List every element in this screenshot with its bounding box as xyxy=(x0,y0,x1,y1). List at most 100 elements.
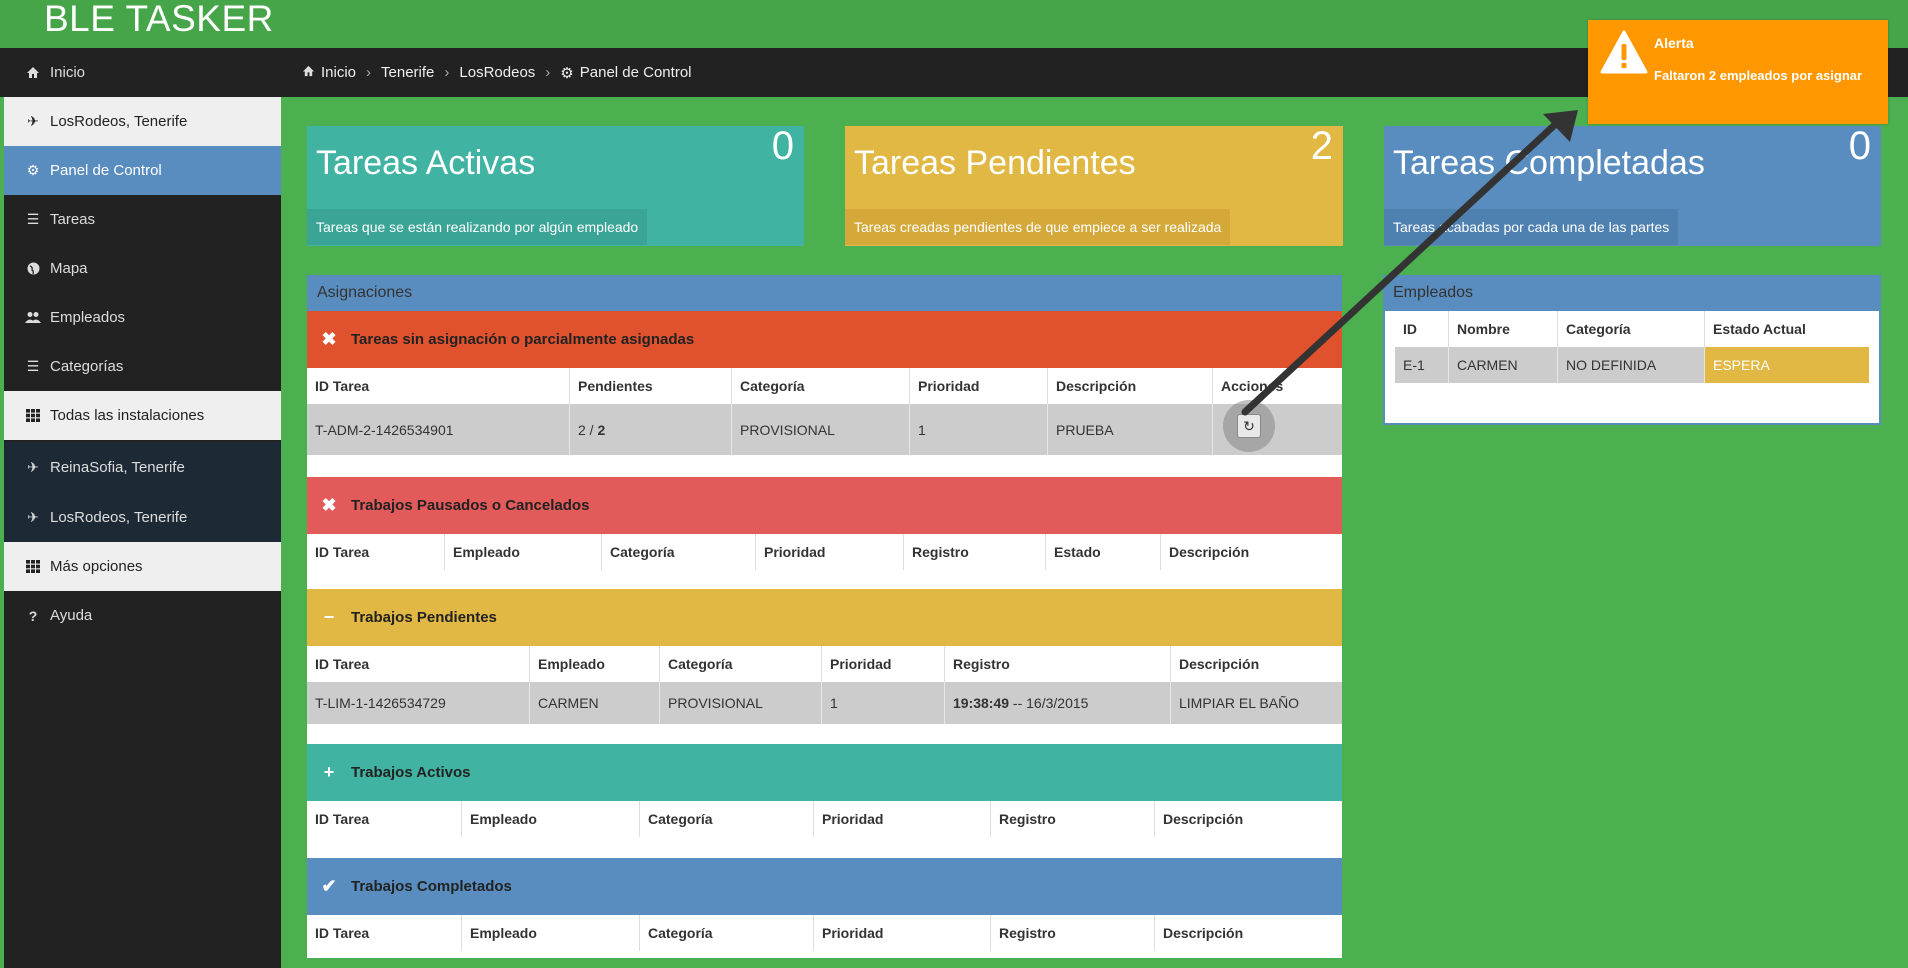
sidebar-item-label: Empleados xyxy=(50,309,126,326)
close-icon: ✖ xyxy=(321,329,337,349)
column-header: Categoría xyxy=(601,534,756,570)
chevron-right-icon: › xyxy=(545,64,551,81)
sidebar-item-mapa[interactable]: Mapa xyxy=(4,244,281,293)
plus-icon: + xyxy=(323,762,335,782)
cell-id: E-1 xyxy=(1395,347,1449,383)
section-title: Tareas sin asignación o parcialmente asi… xyxy=(351,331,695,348)
breadcrumb: Inicio › Tenerife › LosRodeos › ⚙ Panel … xyxy=(302,48,702,97)
table-pendientes: ID Tarea Empleado Categoría Prioridad Re… xyxy=(307,646,1342,724)
sidebar-item-label: Más opciones xyxy=(50,558,143,575)
column-header: Estado Actual xyxy=(1704,311,1869,347)
cell-descripcion: LIMPIAR EL BAÑO xyxy=(1170,682,1342,724)
section-sin-asignacion[interactable]: ✖ Tareas sin asignación o parcialmente a… xyxy=(307,311,1342,368)
table-header-row: ID Tarea Empleado Categoría Prioridad Re… xyxy=(307,801,1342,837)
table-row: E-1 CARMEN NO DEFINIDA ESPERA xyxy=(1395,347,1869,383)
sidebar-item-tareas[interactable]: ☰ Tareas xyxy=(4,195,281,244)
cell-categoria: PROVISIONAL xyxy=(731,404,910,455)
asignaciones-panel: Asignaciones ✖ Tareas sin asignación o p… xyxy=(307,275,1342,958)
sidebar-item-reinasofia[interactable]: ✈ ReinaSofia, Tenerife xyxy=(4,442,281,492)
separator: / xyxy=(585,421,598,438)
section-completados[interactable]: ✔ Trabajos Completados xyxy=(307,858,1342,915)
plane-icon: ✈ xyxy=(27,508,39,525)
column-header: Empleado xyxy=(529,646,660,682)
alert-message: Faltaron 2 empleados por asignar xyxy=(1654,68,1863,83)
sidebar-item-losrodeos[interactable]: ✈ LosRodeos, Tenerife xyxy=(4,97,281,146)
card-tareas-activas[interactable]: Tareas Activas 0 Tareas que se están rea… xyxy=(307,124,804,246)
sidebar-item-label: Tareas xyxy=(50,211,96,228)
column-header: ID Tarea xyxy=(315,811,370,827)
sidebar-item-mas-opciones[interactable]: Más opciones xyxy=(4,542,281,591)
card-title: Tareas Activas xyxy=(316,144,536,182)
table-header-row: ID Nombre Categoría Estado Actual xyxy=(1395,311,1869,347)
sidebar-item-panel-control[interactable]: ⚙ Panel de Control xyxy=(4,146,281,195)
cell-categoria: NO DEFINIDA xyxy=(1557,347,1705,383)
column-header: Prioridad xyxy=(813,801,991,837)
sidebar-item-empleados[interactable]: Empleados xyxy=(4,293,281,342)
app-brand[interactable]: BLE TASKER xyxy=(44,0,274,40)
section-activos[interactable]: + Trabajos Activos xyxy=(307,744,1342,801)
refresh-icon: ↻ xyxy=(1237,414,1261,438)
cell-acciones: ↻ xyxy=(1212,400,1342,455)
cell-pendientes: 2 / 2 xyxy=(569,404,732,455)
table-header-row: ID Tarea Pendientes Categoría Prioridad … xyxy=(307,368,1342,404)
globe-icon xyxy=(22,262,44,275)
column-header: ID Tarea xyxy=(315,925,370,941)
empleados-panel: Empleados ID Nombre Categoría Estado Act… xyxy=(1383,275,1881,425)
breadcrumb-tenerife[interactable]: Tenerife xyxy=(381,64,434,81)
registro-date: -- 16/3/2015 xyxy=(1009,695,1089,711)
sidebar-item-label: Categorías xyxy=(50,358,124,375)
sidebar-item-label: LosRodeos, Tenerife xyxy=(50,508,188,526)
grid-icon xyxy=(22,560,44,573)
sidebar: Inicio ✈ LosRodeos, Tenerife ⚙ Panel de … xyxy=(4,48,281,968)
sidebar-item-categorias[interactable]: ☰ Categorías xyxy=(4,342,281,391)
section-pendientes[interactable]: − Trabajos Pendientes xyxy=(307,589,1342,646)
column-header: Categoría xyxy=(639,801,814,837)
sidebar-item-inicio[interactable]: Inicio xyxy=(4,48,281,97)
breadcrumb-inicio[interactable]: Inicio xyxy=(321,64,356,81)
sidebar-item-label: Todas las instalaciones xyxy=(50,407,205,424)
sidebar-item-ayuda[interactable]: ? Ayuda xyxy=(4,591,281,640)
column-header: Empleado xyxy=(461,801,640,837)
asignaciones-title: Asignaciones xyxy=(307,275,1342,311)
chevron-right-icon: › xyxy=(444,64,450,81)
sidebar-item-label: Ayuda xyxy=(50,607,93,624)
sidebar-item-losrodeos-2[interactable]: ✈ LosRodeos, Tenerife xyxy=(4,492,281,542)
card-description: Tareas acabadas por cada una de las part… xyxy=(1384,209,1679,245)
card-tareas-pendientes[interactable]: Tareas Pendientes 2 Tareas creadas pendi… xyxy=(845,124,1343,246)
refresh-button[interactable]: ↻ xyxy=(1223,400,1275,452)
column-header: Empleado xyxy=(444,534,602,570)
column-header: Descripción xyxy=(1047,368,1213,404)
users-icon xyxy=(22,311,44,324)
card-tareas-completadas[interactable]: Tareas Completadas 0 Tareas acabadas por… xyxy=(1384,124,1881,246)
empleados-title: Empleados xyxy=(1383,275,1881,311)
home-icon xyxy=(302,64,315,81)
sidebar-item-todas-instalaciones[interactable]: Todas las instalaciones xyxy=(4,391,281,440)
close-icon: ✖ xyxy=(321,495,337,515)
breadcrumb-losrodeos[interactable]: LosRodeos xyxy=(459,64,535,81)
warning-icon xyxy=(1600,30,1648,74)
column-header: Categoría xyxy=(1557,311,1705,347)
column-header: Categoría xyxy=(639,915,814,951)
section-title: Trabajos Pendientes xyxy=(351,609,497,626)
section-title: Trabajos Completados xyxy=(351,878,512,895)
alert-notification[interactable]: Alerta Faltaron 2 empleados por asignar xyxy=(1588,20,1888,124)
sidebar-item-label: LosRodeos, Tenerife xyxy=(50,113,188,130)
column-header: Prioridad xyxy=(813,915,991,951)
column-header: Prioridad xyxy=(909,368,1048,404)
section-pausados[interactable]: ✖ Trabajos Pausados o Cancelados xyxy=(307,477,1342,534)
minus-icon: − xyxy=(323,607,335,627)
table-sin-asignacion: ID Tarea Pendientes Categoría Prioridad … xyxy=(307,368,1342,455)
cell-prioridad: 1 xyxy=(909,404,1048,455)
section-title: Trabajos Pausados o Cancelados xyxy=(351,497,590,514)
cogs-icon: ⚙ xyxy=(26,162,40,178)
column-header: ID xyxy=(1403,321,1417,337)
pending-count: 2 xyxy=(578,421,586,438)
column-header: Nombre xyxy=(1448,311,1558,347)
chevron-right-icon: › xyxy=(366,64,372,81)
card-title: Tareas Pendientes xyxy=(854,144,1136,182)
table-pausados: ID Tarea Empleado Categoría Prioridad Re… xyxy=(307,534,1342,570)
card-count: 0 xyxy=(771,124,794,168)
sidebar-item-label: Mapa xyxy=(50,260,88,277)
